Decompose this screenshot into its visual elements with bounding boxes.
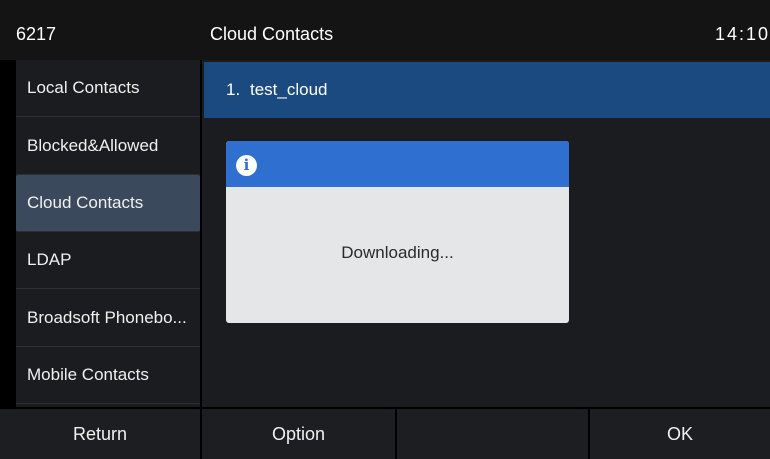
option-button[interactable]: Option — [202, 409, 395, 459]
sidebar-item-label: Broadsoft Phonebo... — [27, 308, 187, 327]
sidebar-item-local-contacts[interactable]: Local Contacts — [16, 60, 200, 117]
ok-button[interactable]: OK — [590, 409, 770, 459]
sidebar-item-cloud-contacts[interactable]: Cloud Contacts — [16, 175, 200, 232]
list-item[interactable]: 1. test_cloud — [204, 62, 770, 118]
info-icon: i — [236, 155, 257, 176]
sidebar-item-ldap[interactable]: LDAP — [16, 232, 200, 289]
sidebar-item-label: Cloud Contacts — [27, 193, 144, 212]
extension-number: 6217 — [16, 24, 57, 44]
contact-index: 1. — [226, 80, 241, 99]
sidebar-item-label: Mobile Contacts — [27, 365, 149, 384]
sidebar-item-label: LDAP — [27, 250, 72, 269]
sidebar-item-blocked-allowed[interactable]: Blocked&Allowed — [16, 118, 200, 175]
dialog-message: Downloading... — [341, 243, 454, 262]
sidebar-item-broadsoft-phonebook[interactable]: Broadsoft Phonebo... — [16, 290, 200, 347]
softkey-bar: Return Option OK — [0, 409, 770, 459]
directory-sidebar: Local Contacts Blocked&Allowed Cloud Con… — [16, 60, 200, 407]
status-bar: 6217 Cloud Contacts 14:10 — [0, 0, 770, 60]
sidebar-item-label: Blocked&Allowed — [27, 136, 159, 155]
sidebar-item-mobile-contacts[interactable]: Mobile Contacts — [16, 347, 200, 404]
info-dialog: i Downloading... — [226, 141, 569, 323]
screen-title: Cloud Contacts — [210, 24, 334, 44]
return-button[interactable]: Return — [0, 409, 200, 459]
dialog-header: i — [226, 141, 569, 187]
phone-screen: 6217 Cloud Contacts 14:10 Local Contacts… — [0, 0, 770, 459]
clock: 14:10 — [714, 24, 770, 44]
contact-name: test_cloud — [250, 80, 328, 99]
sidebar-item-label: Local Contacts — [27, 78, 140, 97]
empty-softkey[interactable] — [397, 409, 588, 459]
